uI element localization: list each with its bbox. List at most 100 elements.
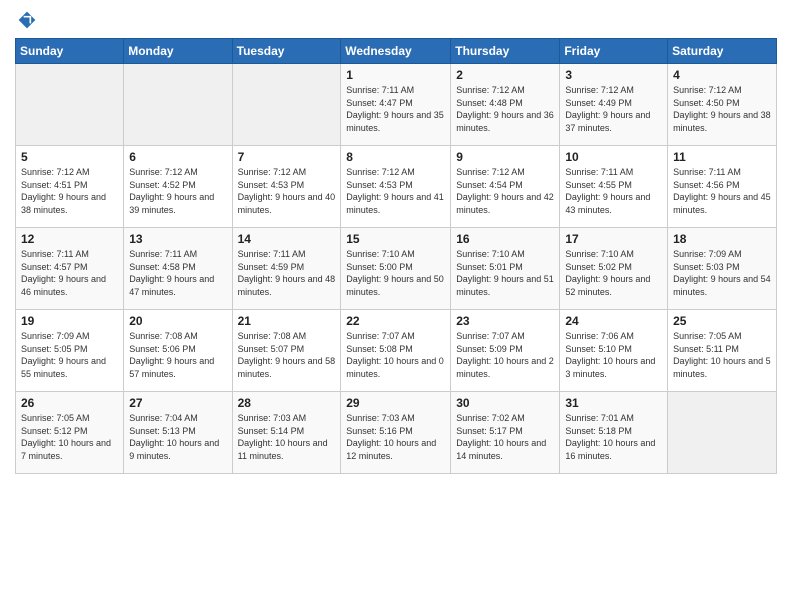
- day-info: Sunrise: 7:11 AM Sunset: 4:59 PM Dayligh…: [238, 248, 336, 298]
- day-info: Sunrise: 7:03 AM Sunset: 5:16 PM Dayligh…: [346, 412, 445, 462]
- day-info: Sunrise: 7:12 AM Sunset: 4:54 PM Dayligh…: [456, 166, 554, 216]
- calendar-header-row: SundayMondayTuesdayWednesdayThursdayFrid…: [16, 39, 777, 64]
- day-info: Sunrise: 7:11 AM Sunset: 4:56 PM Dayligh…: [673, 166, 771, 216]
- day-info: Sunrise: 7:01 AM Sunset: 5:18 PM Dayligh…: [565, 412, 662, 462]
- calendar-cell: 28 Sunrise: 7:03 AM Sunset: 5:14 PM Dayli…: [232, 392, 341, 474]
- day-number: 13: [129, 232, 226, 246]
- day-number: 28: [238, 396, 336, 410]
- day-number: 9: [456, 150, 554, 164]
- day-number: 29: [346, 396, 445, 410]
- day-number: 18: [673, 232, 771, 246]
- day-number: 30: [456, 396, 554, 410]
- calendar-cell: 19 Sunrise: 7:09 AM Sunset: 5:05 PM Dayli…: [16, 310, 124, 392]
- calendar-cell: 10 Sunrise: 7:11 AM Sunset: 4:55 PM Dayli…: [560, 146, 668, 228]
- day-number: 24: [565, 314, 662, 328]
- day-header-thursday: Thursday: [451, 39, 560, 64]
- calendar-cell: 13Sunrise: 7:11 AM Sunset: 4:58 PM Dayli…: [124, 228, 232, 310]
- calendar-cell: [232, 64, 341, 146]
- day-info: Sunrise: 7:12 AM Sunset: 4:48 PM Dayligh…: [456, 84, 554, 134]
- day-info: Sunrise: 7:12 AM Sunset: 4:52 PM Dayligh…: [129, 166, 226, 216]
- day-info: Sunrise: 7:09 AM Sunset: 5:05 PM Dayligh…: [21, 330, 118, 380]
- calendar-cell: 5Sunrise: 7:12 AM Sunset: 4:51 PM Daylig…: [16, 146, 124, 228]
- calendar-cell: 26 Sunrise: 7:05 AM Sunset: 5:12 PM Dayli…: [16, 392, 124, 474]
- calendar-cell: 20 Sunrise: 7:08 AM Sunset: 5:06 PM Dayli…: [124, 310, 232, 392]
- calendar-cell: 6 Sunrise: 7:12 AM Sunset: 4:52 PM Daylig…: [124, 146, 232, 228]
- calendar-cell: 25 Sunrise: 7:05 AM Sunset: 5:11 PM Dayli…: [668, 310, 777, 392]
- day-number: 21: [238, 314, 336, 328]
- calendar-cell: 9 Sunrise: 7:12 AM Sunset: 4:54 PM Daylig…: [451, 146, 560, 228]
- calendar-cell: 2Sunrise: 7:12 AM Sunset: 4:48 PM Daylig…: [451, 64, 560, 146]
- calendar-cell: 15Sunrise: 7:10 AM Sunset: 5:00 PM Dayli…: [341, 228, 451, 310]
- logo-icon: [17, 10, 37, 30]
- calendar-cell: 23Sunrise: 7:07 AM Sunset: 5:09 PM Dayli…: [451, 310, 560, 392]
- day-number: 17: [565, 232, 662, 246]
- calendar-cell: 31 Sunrise: 7:01 AM Sunset: 5:18 PM Dayli…: [560, 392, 668, 474]
- calendar-week-row: 19 Sunrise: 7:09 AM Sunset: 5:05 PM Dayli…: [16, 310, 777, 392]
- day-header-saturday: Saturday: [668, 39, 777, 64]
- logo: [15, 10, 37, 30]
- day-number: 25: [673, 314, 771, 328]
- day-number: 22: [346, 314, 445, 328]
- day-info: Sunrise: 7:12 AM Sunset: 4:51 PM Dayligh…: [21, 166, 118, 216]
- day-header-monday: Monday: [124, 39, 232, 64]
- day-info: Sunrise: 7:10 AM Sunset: 5:00 PM Dayligh…: [346, 248, 445, 298]
- day-header-sunday: Sunday: [16, 39, 124, 64]
- day-info: Sunrise: 7:12 AM Sunset: 4:53 PM Dayligh…: [346, 166, 445, 216]
- calendar-week-row: 5Sunrise: 7:12 AM Sunset: 4:51 PM Daylig…: [16, 146, 777, 228]
- day-number: 10: [565, 150, 662, 164]
- day-info: Sunrise: 7:05 AM Sunset: 5:11 PM Dayligh…: [673, 330, 771, 380]
- day-info: Sunrise: 7:10 AM Sunset: 5:01 PM Dayligh…: [456, 248, 554, 298]
- calendar-cell: 30 Sunrise: 7:02 AM Sunset: 5:17 PM Dayli…: [451, 392, 560, 474]
- calendar-cell: 21 Sunrise: 7:08 AM Sunset: 5:07 PM Dayli…: [232, 310, 341, 392]
- day-number: 4: [673, 68, 771, 82]
- day-info: Sunrise: 7:10 AM Sunset: 5:02 PM Dayligh…: [565, 248, 662, 298]
- day-info: Sunrise: 7:06 AM Sunset: 5:10 PM Dayligh…: [565, 330, 662, 380]
- day-number: 27: [129, 396, 226, 410]
- calendar-cell: 12 Sunrise: 7:11 AM Sunset: 4:57 PM Dayli…: [16, 228, 124, 310]
- calendar-cell: 22 Sunrise: 7:07 AM Sunset: 5:08 PM Dayli…: [341, 310, 451, 392]
- day-number: 23: [456, 314, 554, 328]
- day-number: 19: [21, 314, 118, 328]
- day-info: Sunrise: 7:12 AM Sunset: 4:50 PM Dayligh…: [673, 84, 771, 134]
- calendar-week-row: 1 Sunrise: 7:11 AM Sunset: 4:47 PM Daylig…: [16, 64, 777, 146]
- day-info: Sunrise: 7:11 AM Sunset: 4:55 PM Dayligh…: [565, 166, 662, 216]
- calendar-cell: [124, 64, 232, 146]
- day-info: Sunrise: 7:12 AM Sunset: 4:49 PM Dayligh…: [565, 84, 662, 134]
- day-number: 1: [346, 68, 445, 82]
- day-number: 12: [21, 232, 118, 246]
- day-header-tuesday: Tuesday: [232, 39, 341, 64]
- calendar-cell: 3 Sunrise: 7:12 AM Sunset: 4:49 PM Daylig…: [560, 64, 668, 146]
- calendar-cell: 4 Sunrise: 7:12 AM Sunset: 4:50 PM Daylig…: [668, 64, 777, 146]
- day-header-wednesday: Wednesday: [341, 39, 451, 64]
- day-info: Sunrise: 7:08 AM Sunset: 5:07 PM Dayligh…: [238, 330, 336, 380]
- day-number: 26: [21, 396, 118, 410]
- day-header-friday: Friday: [560, 39, 668, 64]
- day-number: 7: [238, 150, 336, 164]
- day-info: Sunrise: 7:02 AM Sunset: 5:17 PM Dayligh…: [456, 412, 554, 462]
- day-info: Sunrise: 7:03 AM Sunset: 5:14 PM Dayligh…: [238, 412, 336, 462]
- calendar-cell: [16, 64, 124, 146]
- day-number: 31: [565, 396, 662, 410]
- calendar-cell: 29 Sunrise: 7:03 AM Sunset: 5:16 PM Dayli…: [341, 392, 451, 474]
- day-info: Sunrise: 7:08 AM Sunset: 5:06 PM Dayligh…: [129, 330, 226, 380]
- day-number: 11: [673, 150, 771, 164]
- calendar-cell: 27Sunrise: 7:04 AM Sunset: 5:13 PM Dayli…: [124, 392, 232, 474]
- calendar-cell: [668, 392, 777, 474]
- day-number: 6: [129, 150, 226, 164]
- day-info: Sunrise: 7:05 AM Sunset: 5:12 PM Dayligh…: [21, 412, 118, 462]
- calendar: SundayMondayTuesdayWednesdayThursdayFrid…: [15, 38, 777, 474]
- calendar-cell: 24 Sunrise: 7:06 AM Sunset: 5:10 PM Dayli…: [560, 310, 668, 392]
- calendar-cell: 1 Sunrise: 7:11 AM Sunset: 4:47 PM Daylig…: [341, 64, 451, 146]
- calendar-week-row: 12 Sunrise: 7:11 AM Sunset: 4:57 PM Dayli…: [16, 228, 777, 310]
- day-info: Sunrise: 7:09 AM Sunset: 5:03 PM Dayligh…: [673, 248, 771, 298]
- header: [15, 10, 777, 30]
- day-info: Sunrise: 7:07 AM Sunset: 5:08 PM Dayligh…: [346, 330, 445, 380]
- calendar-cell: 7Sunrise: 7:12 AM Sunset: 4:53 PM Daylig…: [232, 146, 341, 228]
- day-info: Sunrise: 7:11 AM Sunset: 4:47 PM Dayligh…: [346, 84, 445, 134]
- calendar-cell: 16Sunrise: 7:10 AM Sunset: 5:01 PM Dayli…: [451, 228, 560, 310]
- day-number: 20: [129, 314, 226, 328]
- calendar-cell: 17 Sunrise: 7:10 AM Sunset: 5:02 PM Dayli…: [560, 228, 668, 310]
- day-number: 8: [346, 150, 445, 164]
- day-info: Sunrise: 7:11 AM Sunset: 4:57 PM Dayligh…: [21, 248, 118, 298]
- day-number: 3: [565, 68, 662, 82]
